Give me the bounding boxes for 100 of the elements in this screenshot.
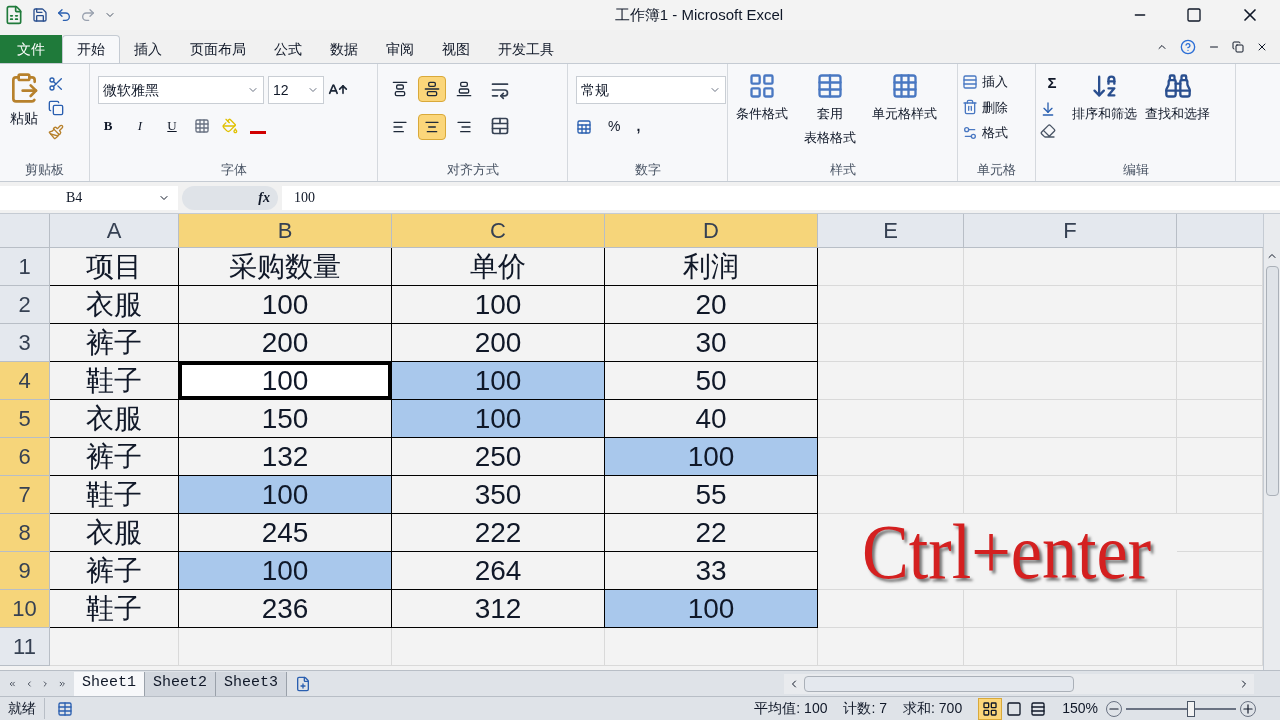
row-header[interactable]: 9 — [0, 552, 50, 590]
border-icon[interactable] — [194, 117, 210, 134]
table-cell[interactable] — [392, 628, 605, 666]
table-cell[interactable]: 衣服 — [50, 514, 179, 552]
scroll-thumb[interactable] — [804, 675, 1074, 692]
table-cell[interactable] — [964, 476, 1177, 514]
table-cell[interactable] — [818, 362, 964, 400]
bold-button[interactable]: B — [98, 116, 118, 136]
table-cell[interactable] — [818, 400, 964, 438]
table-cell[interactable]: 22 — [605, 514, 818, 552]
table-cell[interactable]: 100 — [392, 286, 605, 324]
table-cell[interactable] — [818, 286, 964, 324]
ribbon-tab[interactable]: 视图 — [428, 35, 484, 63]
ribbon-tab[interactable]: 开始 — [62, 35, 120, 63]
zoom-level[interactable]: 150% — [1062, 698, 1098, 719]
underline-button[interactable]: U — [162, 116, 182, 136]
sheet-tab[interactable]: Sheet3 — [216, 671, 288, 696]
restore-icon[interactable] — [1232, 41, 1244, 53]
table-cell[interactable]: 项目 — [50, 248, 179, 286]
table-cell[interactable]: 单价 — [392, 248, 605, 286]
column-header[interactable]: F — [964, 214, 1177, 248]
table-cell[interactable] — [818, 438, 964, 476]
table-cell[interactable] — [964, 628, 1177, 666]
ribbon-tab[interactable]: 审阅 — [372, 35, 428, 63]
new-sheet-icon[interactable] — [295, 675, 312, 692]
redo-icon[interactable] — [80, 7, 96, 23]
undo-icon[interactable] — [56, 7, 72, 23]
table-cell[interactable]: 100 — [179, 362, 392, 400]
table-cell[interactable]: 衣服 — [50, 286, 179, 324]
function-label[interactable]: fx — [182, 185, 278, 210]
row-header[interactable]: 4 — [0, 362, 50, 400]
row-header[interactable]: 11 — [0, 628, 50, 666]
ribbon-tab[interactable]: 页面布局 — [176, 35, 260, 63]
row-header[interactable]: 8 — [0, 514, 50, 552]
row-header[interactable]: 2 — [0, 286, 50, 324]
table-cell[interactable] — [964, 362, 1177, 400]
row-header[interactable]: 3 — [0, 324, 50, 362]
italic-button[interactable]: I — [130, 116, 150, 136]
formula-field[interactable]: 100 — [282, 185, 1280, 210]
font-size-field[interactable]: 12 — [268, 76, 324, 104]
table-cell[interactable]: 350 — [392, 476, 605, 514]
column-header[interactable]: D — [605, 214, 818, 248]
view-button[interactable] — [978, 697, 1003, 720]
table-cell[interactable]: 50 — [605, 362, 818, 400]
table-cell[interactable]: 利润 — [605, 248, 818, 286]
zoom-slider[interactable] — [1126, 699, 1236, 718]
maximize-icon[interactable] — [1186, 7, 1202, 23]
table-cell[interactable] — [964, 248, 1177, 286]
number-format-field[interactable]: 常规 — [576, 76, 726, 104]
align-button[interactable] — [418, 114, 446, 140]
table-cell[interactable]: 30 — [605, 324, 818, 362]
align-button[interactable] — [418, 76, 446, 102]
wrap-text-icon[interactable] — [490, 80, 510, 100]
cell-action-button[interactable]: 删除 — [962, 97, 1031, 117]
fill-icon[interactable] — [1040, 100, 1056, 117]
table-cell[interactable] — [964, 400, 1177, 438]
file-tab[interactable]: 文件 — [0, 35, 62, 63]
style-button[interactable]: 单元格样式 — [868, 72, 941, 157]
table-cell[interactable]: 100 — [605, 590, 818, 628]
table-cell[interactable] — [964, 438, 1177, 476]
table-cell[interactable]: 100 — [179, 476, 392, 514]
currency-icon[interactable] — [576, 118, 592, 135]
table-cell[interactable] — [964, 286, 1177, 324]
column-header[interactable]: E — [818, 214, 964, 248]
table-cell[interactable]: 裤子 — [50, 324, 179, 362]
close-icon[interactable] — [1256, 41, 1268, 53]
ribbon-tab[interactable]: 开发工具 — [484, 35, 568, 63]
table-cell[interactable] — [818, 590, 964, 628]
table-cell[interactable] — [818, 324, 964, 362]
eraser-icon[interactable] — [1040, 122, 1056, 139]
table-cell[interactable] — [964, 324, 1177, 362]
vertical-scrollbar[interactable] — [1263, 214, 1280, 670]
table-cell[interactable]: 100 — [605, 438, 818, 476]
table-cell[interactable] — [964, 590, 1177, 628]
zoom-slider-thumb[interactable] — [1186, 700, 1195, 717]
style-button[interactable]: 套用 表格格式 — [800, 72, 860, 157]
sum-button[interactable]: Σ — [1040, 72, 1064, 95]
row-header[interactable]: 6 — [0, 438, 50, 476]
scroll-thumb[interactable] — [1265, 266, 1279, 496]
sheet-tab[interactable]: Sheet2 — [145, 671, 217, 696]
cell-action-button[interactable]: 插入 — [962, 72, 1031, 92]
table-cell[interactable]: 100 — [179, 286, 392, 324]
cut-icon[interactable] — [48, 76, 64, 92]
table-cell[interactable] — [818, 476, 964, 514]
name-box[interactable]: B4 — [0, 185, 178, 210]
copy-icon[interactable] — [48, 100, 64, 116]
column-header[interactable]: A — [50, 214, 179, 248]
horizontal-scrollbar[interactable] — [784, 673, 1254, 694]
table-cell[interactable]: 20 — [605, 286, 818, 324]
merge-icon[interactable] — [490, 116, 510, 136]
table-cell[interactable]: 55 — [605, 476, 818, 514]
format-painter-icon[interactable] — [48, 124, 64, 140]
edit-button[interactable]: 排序和筛选 — [1072, 72, 1137, 157]
font-name-field[interactable]: 微软雅黑 — [98, 76, 264, 104]
table-cell[interactable]: 裤子 — [50, 438, 179, 476]
table-cell[interactable]: 100 — [392, 362, 605, 400]
table-cell[interactable]: 236 — [179, 590, 392, 628]
table-cell[interactable] — [818, 628, 964, 666]
ribbon-tab[interactable]: 插入 — [120, 35, 176, 63]
help-icon[interactable] — [1180, 39, 1196, 55]
